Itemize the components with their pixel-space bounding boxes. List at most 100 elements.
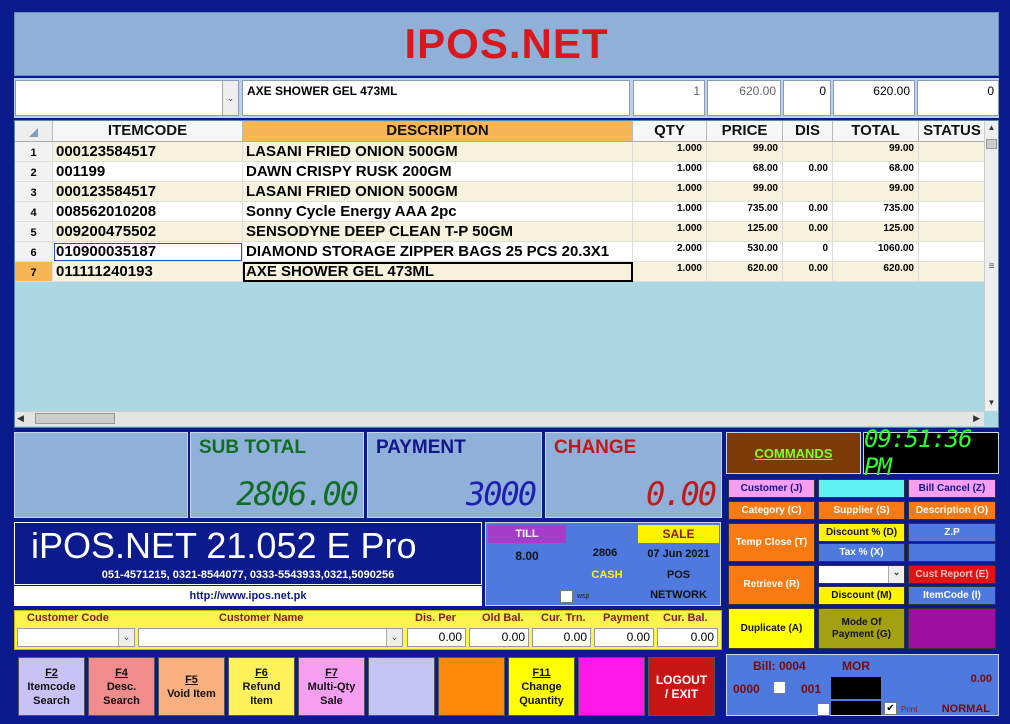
option-checkbox[interactable] (817, 703, 830, 716)
chevron-down-icon[interactable]: ⌄ (386, 629, 402, 646)
column-header-qty[interactable]: QTY (633, 121, 707, 142)
column-header-description[interactable]: DESCRIPTION (243, 121, 633, 142)
blank-blue-button[interactable] (908, 543, 996, 562)
bill-cancel-button[interactable]: Bill Cancel (Z) (908, 479, 996, 498)
cell-desc[interactable]: Sonny Cycle Energy AAA 2pc (243, 202, 633, 222)
cell-status[interactable] (919, 222, 986, 242)
dis-per-input[interactable]: 0.00 (407, 628, 466, 647)
column-header-status[interactable]: STATUS (919, 121, 986, 142)
print-checkbox[interactable]: ✔ (884, 702, 897, 715)
cell-desc[interactable]: DIAMOND STORAGE ZIPPER BAGS 25 PCS 20.3X… (243, 242, 633, 262)
cell-price[interactable]: 125.00 (707, 222, 783, 242)
wsp-checkbox[interactable] (560, 590, 573, 603)
scroll-thumb[interactable] (986, 139, 997, 149)
cell-status[interactable] (919, 182, 986, 202)
old-bal-input[interactable]: 0.00 (469, 628, 529, 647)
description-input[interactable]: AXE SHOWER GEL 473ML (242, 80, 630, 116)
cell-status[interactable] (919, 162, 986, 182)
cell-price[interactable]: 530.00 (707, 242, 783, 262)
blank-purple-button[interactable] (908, 608, 996, 649)
cell-status[interactable] (919, 262, 986, 282)
cell-total[interactable]: 99.00 (833, 142, 919, 162)
cell-dis[interactable]: 0.00 (783, 222, 833, 242)
fkey-f4-button[interactable]: F4 Desc. Search (88, 657, 155, 716)
grid-horizontal-scrollbar[interactable]: ◀ ▶ (15, 411, 984, 426)
cell-total[interactable]: 735.00 (833, 202, 919, 222)
fkey-f2-button[interactable]: F2 Itemcode Search (18, 657, 85, 716)
cell-code[interactable]: 000123584517 (53, 142, 243, 162)
customer-code-select[interactable]: ⌄ (17, 628, 135, 647)
tax-pct-button[interactable]: Tax % (X) (818, 543, 905, 562)
cell-total[interactable]: 68.00 (833, 162, 919, 182)
blank-cyan-button[interactable] (818, 479, 905, 498)
status-input[interactable]: 0 (917, 80, 999, 116)
discount-m-button[interactable]: Discount (M) (818, 586, 905, 605)
cell-total[interactable]: 1060.00 (833, 242, 919, 262)
hscroll-thumb[interactable] (35, 413, 115, 424)
cell-code[interactable]: 000123584517 (53, 182, 243, 202)
cell-qty[interactable]: 1.000 (633, 262, 707, 282)
fkey-slot-9-button[interactable] (578, 657, 645, 716)
duplicate-button[interactable]: Duplicate (A) (728, 608, 815, 649)
cell-code[interactable]: 008562010208 (53, 202, 243, 222)
table-row[interactable]: 1 000123584517 LASANI FRIED ONION 500GM 1.0… (15, 142, 986, 162)
fkey-f5-button[interactable]: F5 Void Item (158, 657, 225, 716)
table-row[interactable]: 7 011111240193 AXE SHOWER GEL 473ML 1.000 62… (15, 262, 986, 282)
cell-dis[interactable]: 0 (783, 242, 833, 262)
column-header-total[interactable]: TOTAL (833, 121, 919, 142)
cell-desc[interactable]: DAWN CRISPY RUSK 200GM (243, 162, 633, 182)
cell-total[interactable]: 99.00 (833, 182, 919, 202)
cell-code[interactable]: 009200475502 (53, 222, 243, 242)
cur-bal-input[interactable]: 0.00 (657, 628, 718, 647)
chevron-down-icon[interactable]: ⌄ (222, 81, 238, 115)
scroll-down-icon[interactable]: ▼ (986, 398, 997, 409)
description-button[interactable]: Description (O) (908, 501, 996, 520)
grid-vertical-scrollbar[interactable]: ▲ ≡ ▼ (984, 121, 998, 411)
itemcode-button[interactable]: ItemCode (I) (908, 586, 996, 605)
cust-report-button[interactable]: Cust Report (E) (908, 565, 996, 584)
cell-qty[interactable]: 1.000 (633, 202, 707, 222)
cell-dis[interactable] (783, 142, 833, 162)
discount-pct-button[interactable]: Discount % (D) (818, 523, 905, 542)
cell-price[interactable]: 68.00 (707, 162, 783, 182)
cell-dis[interactable]: 0.00 (783, 202, 833, 222)
zp-button[interactable]: Z.P (908, 523, 996, 542)
cell-price[interactable]: 620.00 (707, 262, 783, 282)
column-header-itemcode[interactable]: ITEMCODE (53, 121, 243, 142)
cell-qty[interactable]: 1.000 (633, 162, 707, 182)
category-button[interactable]: Category (C) (728, 501, 815, 520)
chevron-down-icon[interactable]: ⌄ (888, 566, 904, 583)
qty-input[interactable]: 1 (633, 80, 705, 116)
cell-total[interactable]: 620.00 (833, 262, 919, 282)
customer-name-select[interactable]: ⌄ (138, 628, 403, 647)
dis-input[interactable]: 0 (783, 80, 831, 116)
table-row[interactable]: 3 000123584517 LASANI FRIED ONION 500GM 1.0… (15, 182, 986, 202)
cell-desc[interactable]: LASANI FRIED ONION 500GM (243, 142, 633, 162)
cell-total[interactable]: 125.00 (833, 222, 919, 242)
temp-close-button[interactable]: Temp Close (T) (728, 523, 815, 562)
customer-button[interactable]: Customer (J) (728, 479, 815, 498)
cell-status[interactable] (919, 242, 986, 262)
cell-desc[interactable]: LASANI FRIED ONION 500GM (243, 182, 633, 202)
table-row[interactable]: 2 001199 DAWN CRISPY RUSK 200GM 1.000 68.00 0… (15, 162, 986, 182)
cell-status[interactable] (919, 202, 986, 222)
fkey-f7-button[interactable]: F7 Multi-Qty Sale (298, 657, 365, 716)
table-row[interactable]: 5 009200475502 SENSODYNE DEEP CLEAN T-P 50… (15, 222, 986, 242)
cell-price[interactable]: 99.00 (707, 182, 783, 202)
column-header-price[interactable]: PRICE (707, 121, 783, 142)
cell-code[interactable]: 011111240193 (53, 262, 243, 282)
tax-select[interactable]: ⌄ (818, 565, 905, 584)
table-row[interactable]: 6 010900035187 DIAMOND STORAGE ZIPPER BAGS… (15, 242, 986, 262)
cell-status[interactable] (919, 142, 986, 162)
brand-url[interactable]: http://www.ipos.net.pk (14, 586, 482, 606)
cell-dis[interactable] (783, 182, 833, 202)
table-row[interactable]: 4 008562010208 Sonny Cycle Energy AAA 2pc 1… (15, 202, 986, 222)
items-grid[interactable]: ITEMCODE DESCRIPTION QTY PRICE DIS TOTAL… (14, 120, 999, 428)
itemcode-combo[interactable]: ⌄ (15, 80, 239, 116)
cur-trn-input[interactable]: 0.00 (532, 628, 591, 647)
cell-dis[interactable]: 0.00 (783, 262, 833, 282)
cell-code[interactable]: 010900035187 (53, 242, 243, 262)
cell-price[interactable]: 99.00 (707, 142, 783, 162)
total-input[interactable]: 620.00 (833, 80, 915, 116)
cell-price[interactable]: 735.00 (707, 202, 783, 222)
